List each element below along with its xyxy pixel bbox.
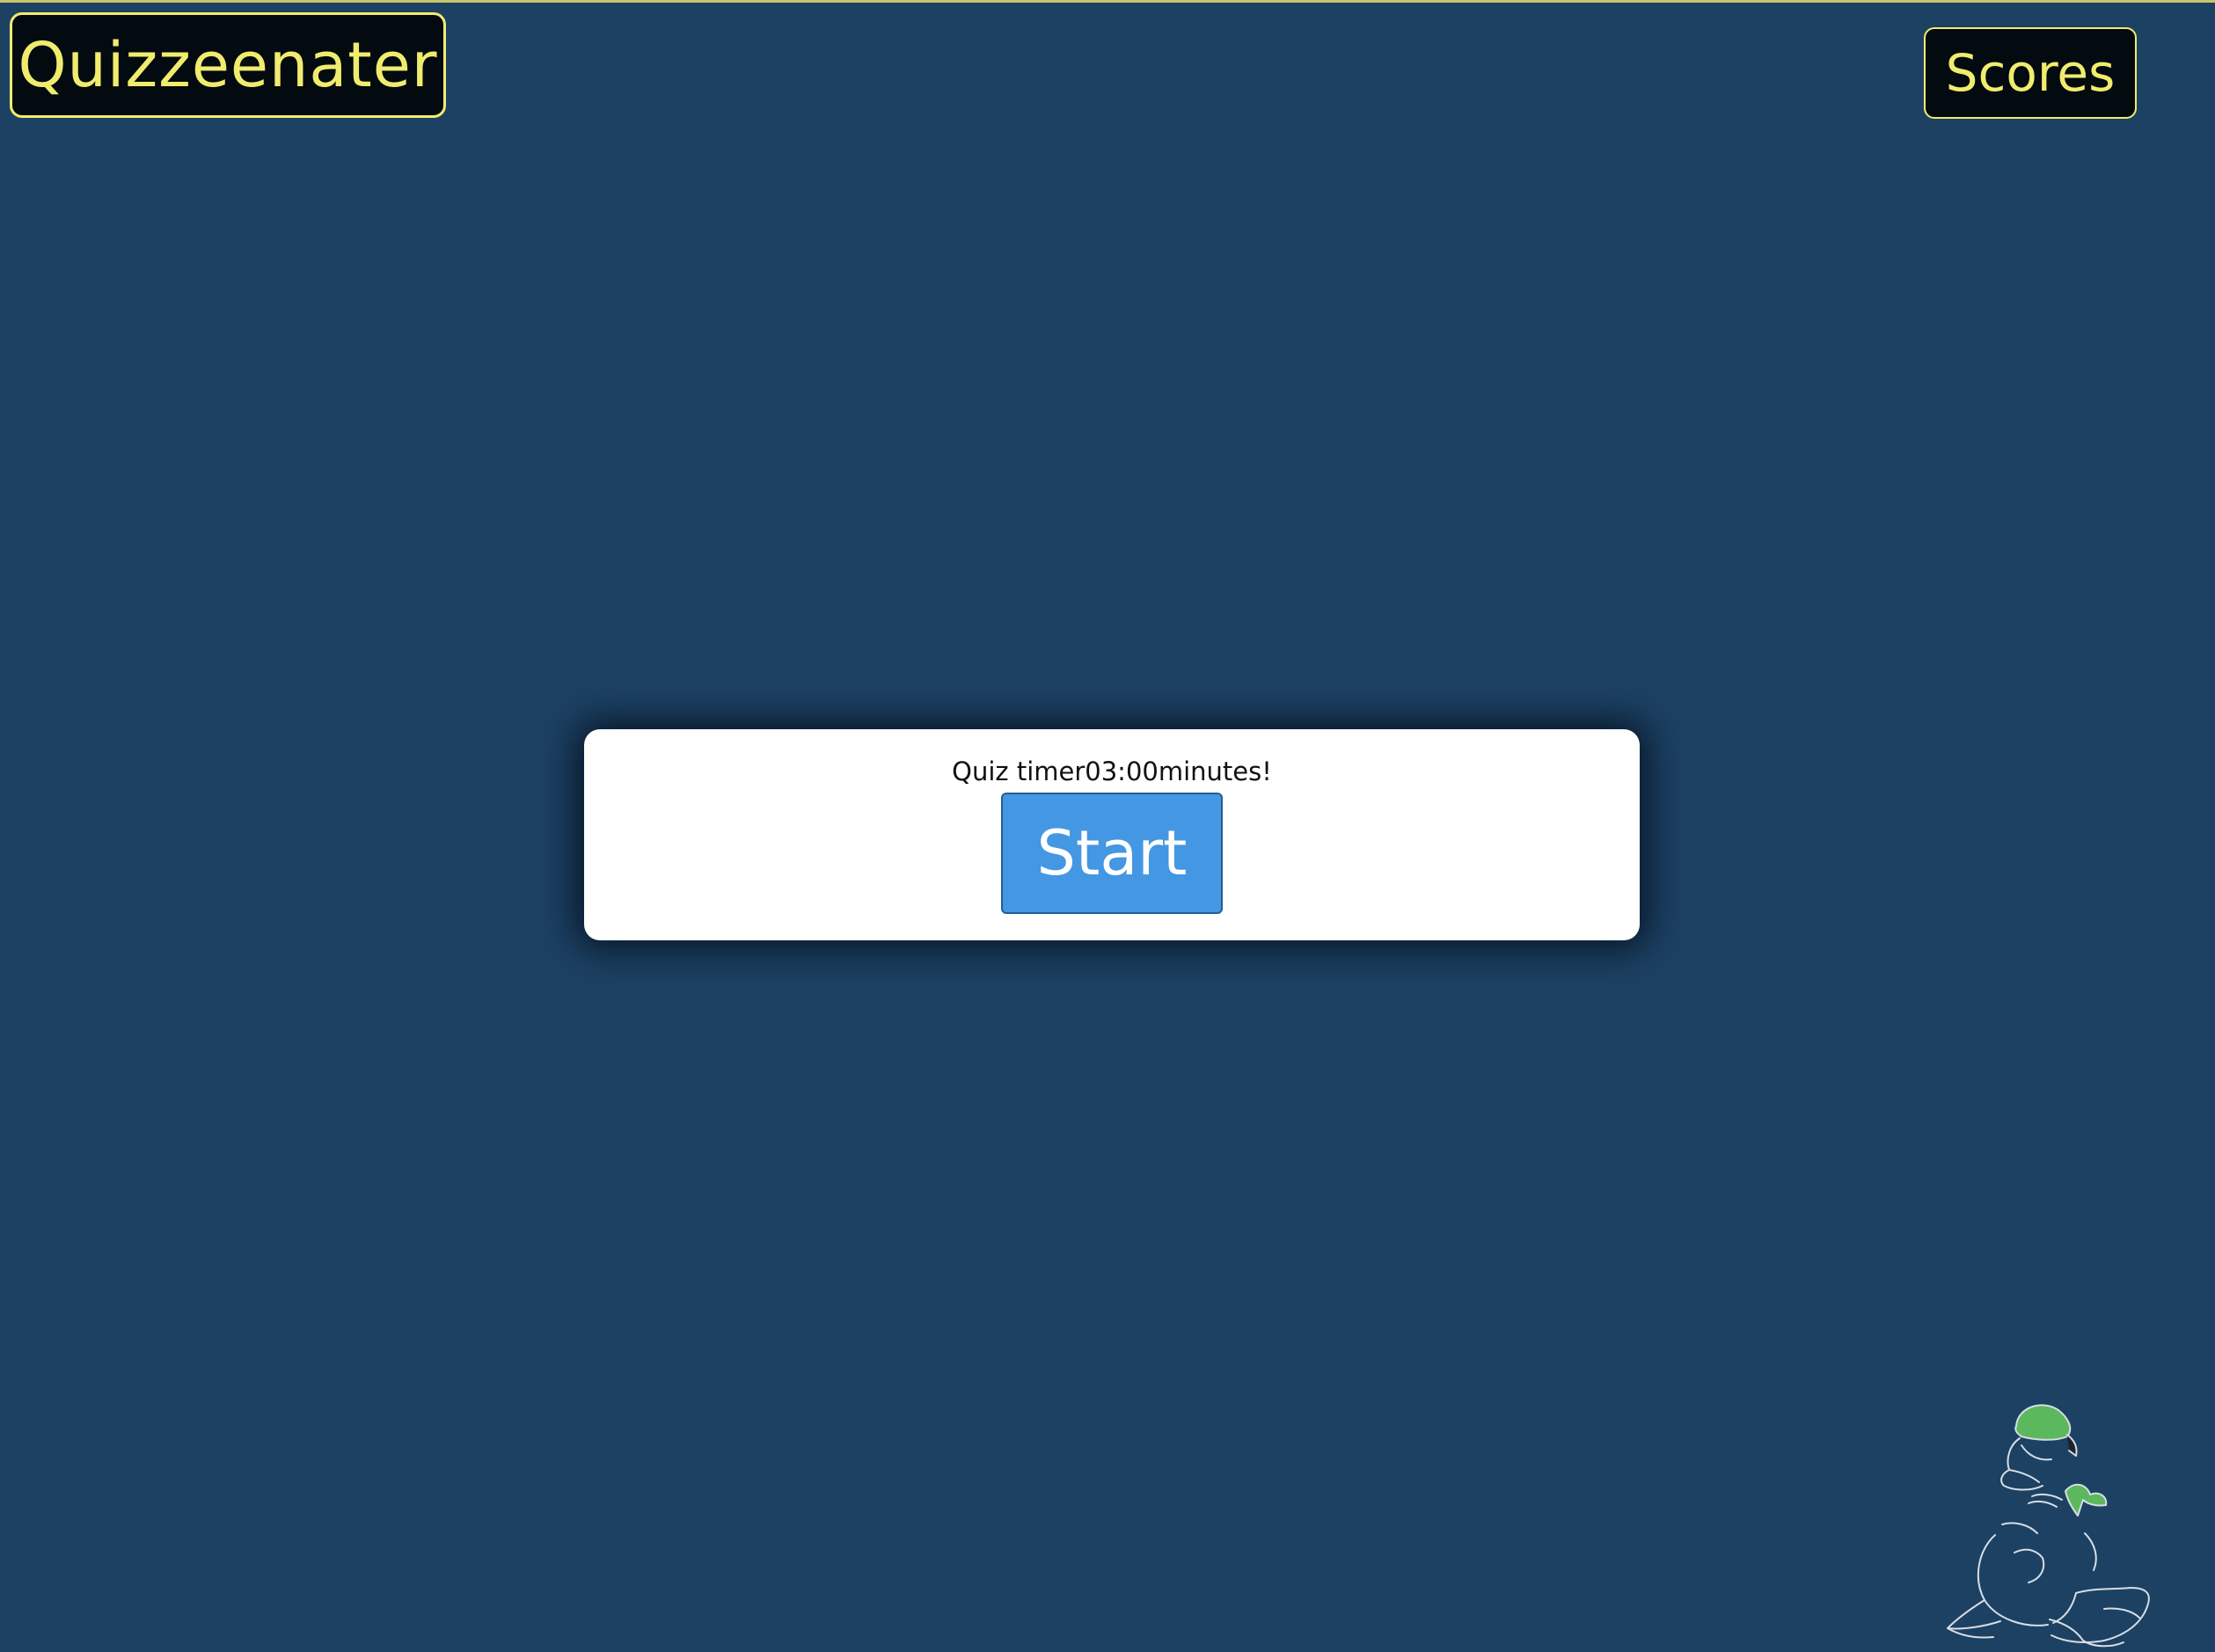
- quiz-start-card: Quiz timer03:00minutes! Start: [584, 729, 1640, 940]
- scores-button[interactable]: Scores: [1924, 27, 2137, 119]
- app-logo-title[interactable]: Quizzeenater: [10, 12, 446, 118]
- duck-mascot-icon: [1944, 1393, 2164, 1649]
- quiz-timer-text: Quiz timer03:00minutes!: [584, 756, 1640, 787]
- timer-prefix: Quiz timer: [952, 757, 1086, 786]
- start-button[interactable]: Start: [1001, 793, 1223, 914]
- timer-value: 03:00: [1085, 757, 1159, 786]
- timer-suffix: minutes!: [1158, 757, 1272, 786]
